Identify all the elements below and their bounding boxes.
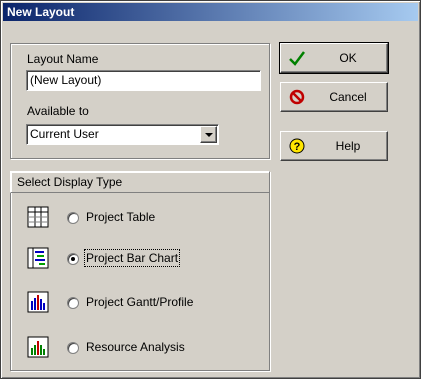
resource-analysis-radio[interactable] [67,342,79,354]
title-bar[interactable]: New Layout [3,3,418,21]
project-table-radio[interactable] [67,212,79,224]
help-label: Help [335,139,361,153]
option-project-gantt-profile[interactable]: Project Gantt/Profile [27,291,247,319]
display-type-header: Select Display Type [10,171,270,193]
resource-analysis-label: Resource Analysis [86,340,185,354]
table-icon [27,206,49,228]
display-type-header-label: Select Display Type [17,175,123,189]
project-gantt-profile-radio[interactable] [67,297,79,309]
help-button[interactable]: ? Help [280,131,388,161]
help-icon: ? [289,138,305,154]
project-table-label: Project Table [86,210,156,224]
project-bar-chart-label: Project Bar Chart [83,249,181,267]
project-gantt-profile-label: Project Gantt/Profile [86,295,194,309]
option-project-bar-chart[interactable]: Project Bar Chart [27,247,237,275]
ok-label: OK [339,51,357,65]
available-to-dropdown[interactable]: Current User [26,124,219,145]
bar-chart-icon [27,247,49,269]
resource-analysis-icon [27,336,49,358]
available-to-value: Current User [30,127,99,141]
option-resource-analysis[interactable]: Resource Analysis [27,336,247,364]
available-to-label: Available to [27,104,89,118]
option-project-table[interactable]: Project Table [27,206,237,234]
layout-name-input[interactable]: (New Layout) [26,70,261,91]
project-bar-chart-radio[interactable] [67,253,79,265]
window-title: New Layout [7,5,75,19]
ok-button[interactable]: OK [279,42,389,74]
cancel-icon [289,89,305,105]
gantt-profile-icon [27,291,49,313]
layout-name-label: Layout Name [27,52,99,66]
cancel-button[interactable]: Cancel [280,82,388,112]
cancel-label: Cancel [329,90,367,104]
dropdown-arrow-icon[interactable] [200,126,217,143]
svg-text:?: ? [294,141,301,153]
checkmark-icon [289,51,305,66]
new-layout-dialog: New Layout Layout Name (New Layout) Avai… [0,0,421,379]
